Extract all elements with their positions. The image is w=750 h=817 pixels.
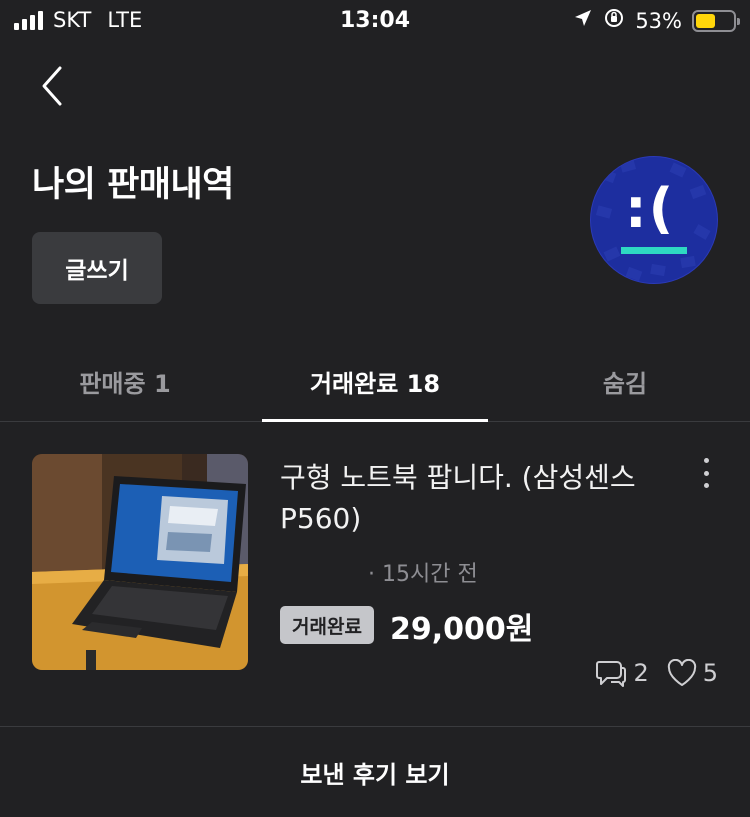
sad-face-icon: :( [625,177,676,240]
avatar-accent-bar [621,247,687,254]
chevron-left-icon [42,66,62,106]
tab-bar: 판매중 1 거래완료 18 숨김 [0,336,750,422]
listing-time: · 15시간 전 [368,562,478,587]
laptop-thumbnail [32,454,248,670]
more-dot [703,458,709,463]
write-button[interactable]: 글쓰기 [32,232,162,304]
tab-hidden[interactable]: 숨김 [500,336,750,421]
profile-avatar[interactable]: :( [590,156,718,284]
chat-count: 2 [633,659,649,687]
more-dot [703,470,709,476]
page-title: 나의 판매내역 [32,165,234,205]
listing-price: 29,000원 [390,612,534,647]
sent-reviews-button[interactable]: 보낸 후기 보기 [0,726,750,817]
location-arrow-icon [573,8,593,33]
chat-bubble-icon [596,661,627,687]
back-button[interactable] [40,62,80,110]
heart-icon [667,659,696,686]
tab-completed[interactable]: 거래완료 18 [250,336,500,422]
status-bar: SKT LTE 13:04 53% [0,0,750,44]
battery-percent: 53% [635,8,682,33]
battery-icon [692,9,740,32]
more-options-button[interactable] [694,456,718,490]
status-bar-right: 53% [573,7,740,34]
orientation-lock-icon [603,7,625,34]
listing-stats: 2 5 [595,658,718,688]
more-dot [703,483,709,488]
like-count: 5 [702,659,718,687]
chat-stat: 2 [595,658,649,688]
tab-selling[interactable]: 판매중 1 [0,336,250,421]
list-item[interactable]: 구형 노트북 팝니다. (삼성센스 P560) · 15시간 전 거래완료 29… [0,422,750,726]
battery-fill [696,13,716,28]
listing-title[interactable]: 구형 노트북 팝니다. (삼성센스 P560) [280,458,680,539]
like-stat: 5 [667,659,718,687]
status-badge: 거래완료 [280,606,374,644]
